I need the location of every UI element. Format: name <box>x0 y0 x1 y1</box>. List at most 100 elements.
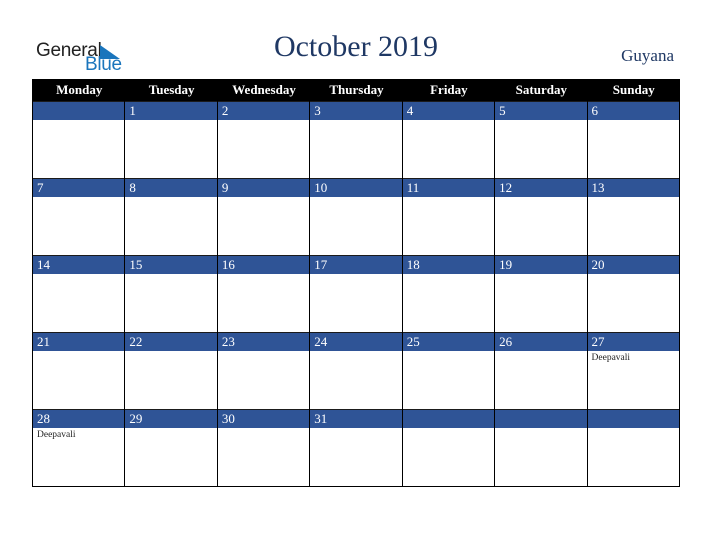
day-cell: 15 <box>125 255 218 332</box>
weekday-friday: Friday <box>430 82 468 97</box>
weekday-saturday: Saturday <box>515 82 567 97</box>
day-number: 30 <box>217 409 310 428</box>
day-cell: 21 <box>33 332 126 409</box>
day-number: 5 <box>495 101 587 120</box>
day-number: 25 <box>402 332 495 351</box>
day-cell: 14 <box>33 255 126 332</box>
calendar-grid: Monday Tuesday Wednesday Thursday Friday… <box>32 79 680 487</box>
holiday-label <box>218 351 309 353</box>
day-number: 13 <box>587 178 679 197</box>
day-cell: 28 Deepavali <box>33 409 126 486</box>
day-cell: 29 <box>125 409 218 486</box>
week-row: 7 8 9 10 11 12 13 <box>33 178 680 255</box>
day-number <box>587 409 679 428</box>
holiday-label <box>310 274 401 276</box>
weekday-wednesday: Wednesday <box>232 82 296 97</box>
holiday-label: Deepavali <box>591 353 631 363</box>
holiday-label <box>218 428 309 430</box>
day-cell: 20 <box>587 255 680 332</box>
day-cell: 24 <box>310 332 403 409</box>
holiday-label <box>310 120 401 122</box>
day-number: 14 <box>33 255 125 274</box>
holiday-label <box>310 428 401 430</box>
day-number: 6 <box>587 101 679 120</box>
day-number: 22 <box>125 332 217 351</box>
day-cell: 22 <box>125 332 218 409</box>
day-number: 31 <box>310 409 402 428</box>
day-number: 24 <box>310 332 402 351</box>
day-number: 18 <box>402 255 495 274</box>
holiday-label <box>125 120 216 122</box>
day-number: 4 <box>402 101 495 120</box>
day-number: 28 <box>33 409 125 428</box>
holiday-label <box>403 197 494 199</box>
week-row: 123456 <box>33 101 680 178</box>
weekday-sunday: Sunday <box>612 82 655 97</box>
day-cell: 19 <box>495 255 588 332</box>
calendar-title: October 2019 <box>273 30 439 63</box>
weekday-header-row: Monday Tuesday Wednesday Thursday Friday… <box>33 79 680 101</box>
day-number: 8 <box>125 178 217 197</box>
holiday-label <box>125 197 216 199</box>
day-number: 3 <box>310 101 402 120</box>
day-number: 20 <box>587 255 679 274</box>
day-cell: 27 Deepavali <box>587 332 680 409</box>
day-cell: 7 <box>33 178 126 255</box>
day-cell: 3 <box>310 101 403 178</box>
day-cell <box>495 409 588 486</box>
weekday-thursday: Thursday <box>329 82 384 97</box>
holiday-label <box>403 351 494 353</box>
day-cell: 4 <box>402 101 496 178</box>
holiday-label <box>495 120 586 122</box>
holiday-label <box>403 120 494 122</box>
day-cell: 26 <box>495 332 588 409</box>
day-number: 11 <box>402 178 495 197</box>
holiday-label <box>218 120 309 122</box>
holiday-label <box>588 197 679 199</box>
day-cell: 5 <box>495 101 588 178</box>
day-number: 29 <box>125 409 217 428</box>
day-cell <box>587 409 680 486</box>
day-number: 27 <box>587 332 679 351</box>
weekday-tuesday: Tuesday <box>148 82 195 97</box>
weeks-container: 1 2 3 4 5 6 7 8 9 10 11 12 13 14 15 16 17 18 19 20 21 22 23 24 2… <box>33 101 680 486</box>
day-number <box>402 409 495 428</box>
day-cell: 2 <box>217 101 311 178</box>
day-number: 9 <box>217 178 310 197</box>
holiday-label <box>495 197 586 199</box>
day-cell: 30 <box>217 409 311 486</box>
day-cell: 13 <box>587 178 680 255</box>
holiday-label <box>588 120 679 122</box>
holiday-label <box>495 428 586 430</box>
day-cell <box>402 409 496 486</box>
day-number: 7 <box>33 178 125 197</box>
day-number <box>495 409 587 428</box>
holiday-label <box>33 351 124 353</box>
holiday-label <box>403 428 494 430</box>
day-cell: 6 <box>587 101 680 178</box>
day-number <box>33 101 125 120</box>
holiday-label <box>588 428 679 430</box>
day-cell: 18 <box>402 255 496 332</box>
day-cell: 8 <box>125 178 218 255</box>
holiday-label <box>125 351 216 353</box>
holiday-label <box>125 428 216 430</box>
holiday-label <box>310 197 401 199</box>
day-number: 21 <box>33 332 125 351</box>
day-cell <box>33 101 126 178</box>
holiday-label <box>310 351 401 353</box>
day-number: 23 <box>217 332 310 351</box>
holiday-label <box>495 274 586 276</box>
holiday-label <box>403 274 494 276</box>
holiday-label <box>218 197 309 199</box>
holiday-label <box>218 274 309 276</box>
day-cell: 31 <box>310 409 403 486</box>
day-cell: 23 <box>217 332 311 409</box>
day-number: 17 <box>310 255 402 274</box>
week-row: 21 22 23 24 25 26 27 Deepavali <box>33 332 680 409</box>
day-number: 19 <box>495 255 587 274</box>
day-cell: 1 <box>125 101 218 178</box>
day-number: 15 <box>125 255 217 274</box>
day-number: 26 <box>495 332 587 351</box>
day-cell: 17 <box>310 255 403 332</box>
